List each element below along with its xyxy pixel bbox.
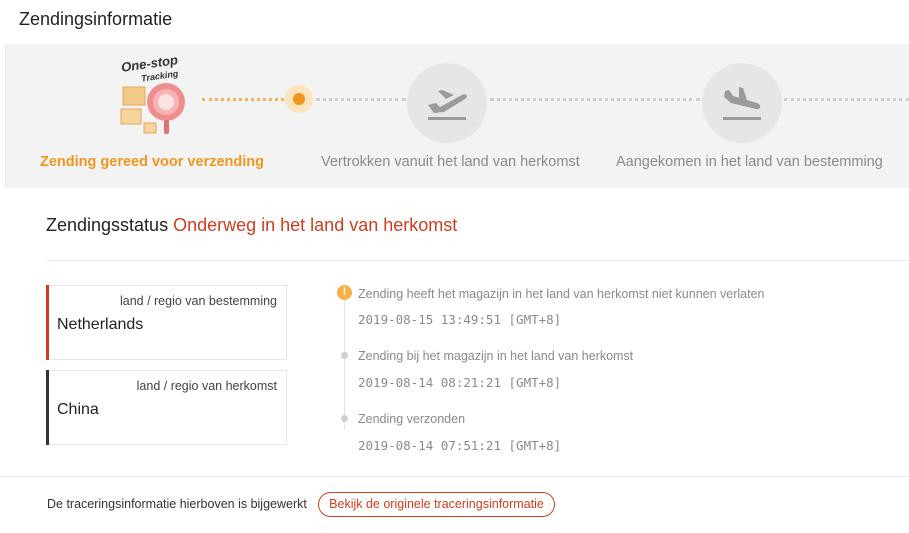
step-label-arrived: Aangekomen in het land van bestemming [616, 154, 883, 170]
destination-title: land / regio van bestemming [119, 294, 277, 308]
event-time: 2019-08-15 13:49:51 [GMT+8] [358, 312, 562, 327]
package-icon [120, 83, 185, 134]
divider [46, 260, 909, 261]
origin-accent-bar [46, 370, 49, 445]
divider [0, 476, 909, 477]
origin-card: land / regio van herkomst China [46, 370, 287, 445]
step-departed [407, 63, 487, 143]
status-value: Onderweg in het land van herkomst [173, 215, 458, 235]
origin-country: China [57, 401, 99, 418]
event-time: 2019-08-14 07:51:21 [GMT+8] [358, 438, 562, 453]
step-label-ready: Zending gereed voor verzending [40, 154, 264, 170]
status-label: Zendingsstatus [46, 215, 169, 235]
plane-landing-icon [723, 87, 761, 120]
timeline-dot [341, 415, 348, 422]
view-original-tracking-button[interactable]: Bekijk de originele traceringsinformatie [318, 492, 555, 517]
event-time: 2019-08-14 08:21:21 [GMT+8] [358, 375, 562, 390]
update-note: De traceringsinformatie hierboven is bij… [47, 497, 307, 511]
event-text: Zending heeft het magazijn in het land v… [358, 287, 765, 301]
destination-accent-bar [46, 285, 49, 360]
event-text: Zending verzonden [358, 412, 466, 426]
timeline-dot [341, 352, 348, 359]
destination-country: Netherlands [57, 316, 144, 333]
timeline-line [344, 292, 345, 430]
plane-takeoff-icon [428, 90, 467, 120]
step-label-departed: Vertrokken vanuit het land van herkomst [321, 154, 580, 170]
current-progress-marker [285, 85, 313, 113]
step-arrived [702, 63, 782, 143]
destination-card: land / regio van bestemming Netherlands [46, 285, 287, 360]
shipment-status: Zendingsstatus Onderweg in het land van … [46, 215, 457, 236]
progress-connector [490, 98, 700, 101]
alert-icon: ! [337, 285, 352, 300]
progress-connector [316, 98, 406, 101]
progress-connector [784, 98, 909, 101]
page-header: Zendingsinformatie [0, 0, 909, 44]
page-title: Zendingsinformatie [19, 9, 173, 29]
one-stop-tracking-logo: One-stop Tracking [115, 52, 205, 137]
origin-title: land / regio van herkomst [136, 379, 277, 393]
progress-connector-done [202, 98, 284, 101]
event-text: Zending bij het magazijn in het land van… [358, 349, 634, 363]
